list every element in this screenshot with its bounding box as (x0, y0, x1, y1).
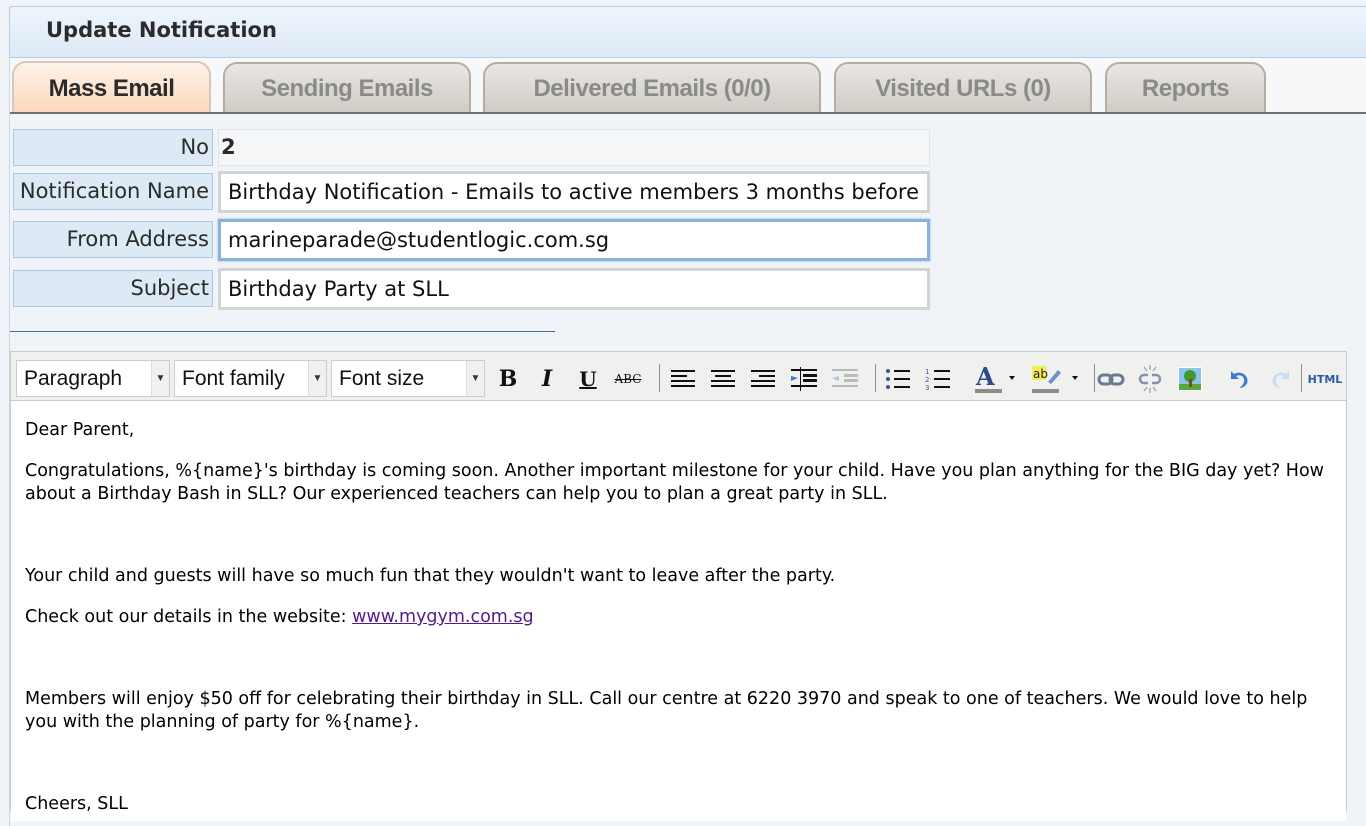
align-left-icon (671, 370, 695, 387)
text-color-icon: A (975, 364, 1015, 393)
align-right-button[interactable] (747, 364, 779, 394)
editor-toolbar: Paragraph ▼ Font family ▼ Font size ▼ B … (11, 352, 1346, 401)
tab-label: Mass Email (48, 74, 175, 102)
section-divider (10, 331, 555, 332)
toolbar-separator (1301, 364, 1302, 392)
bold-icon: B (498, 366, 518, 392)
toolbar-separator (659, 364, 660, 392)
from-address-input[interactable]: marineparade@studentlogic.com.sg (218, 219, 930, 261)
tab-label: Visited URLs (0) (875, 74, 1051, 102)
undo-icon (1231, 371, 1248, 388)
subject-input[interactable]: Birthday Party at SLL (218, 268, 930, 310)
outdent-button[interactable] (829, 364, 861, 394)
email-paragraph: Your child and guests will have so much … (25, 566, 836, 586)
undo-button[interactable] (1222, 364, 1254, 394)
indent-button[interactable] (788, 364, 820, 394)
redo-icon (1272, 371, 1289, 388)
unlink-icon (1138, 365, 1162, 393)
email-paragraph: Members will enjoy $50 off for celebrati… (25, 689, 1308, 732)
unlink-button[interactable] (1134, 364, 1166, 394)
email-greeting: Dear Parent, (25, 420, 135, 440)
image-icon (1178, 367, 1202, 391)
email-paragraph-website: Check out our details in the website: ww… (25, 606, 1332, 629)
font-family-select[interactable]: Font family ▼ (174, 360, 327, 397)
tab-label: Delivered Emails (0/0) (533, 74, 771, 102)
email-signoff: Cheers, SLL (25, 794, 128, 814)
redo-button[interactable] (1266, 364, 1298, 394)
svg-text:2: 2 (925, 376, 929, 384)
underline-button[interactable]: U (572, 364, 604, 394)
tab-delivered-emails[interactable]: Delivered Emails (0/0) (483, 62, 821, 113)
notification-name-label: Notification Name (13, 173, 213, 210)
notification-name-input[interactable]: Birthday Notification - Emails to active… (218, 171, 930, 213)
svg-text:3: 3 (925, 384, 929, 391)
format-select[interactable]: Paragraph ▼ (16, 360, 170, 397)
italic-button[interactable]: I (531, 364, 563, 394)
page-title: Update Notification (46, 18, 277, 42)
highlight-color-button[interactable]: ab (1030, 364, 1086, 394)
svg-text:A: A (975, 364, 995, 391)
outdent-icon (832, 369, 858, 387)
chevron-down-icon: ▼ (466, 361, 484, 396)
svg-text:1: 1 (925, 368, 929, 376)
link-icon (1097, 373, 1125, 386)
align-center-button[interactable] (707, 364, 739, 394)
align-right-icon (751, 370, 775, 387)
html-source-icon: HTML (1307, 372, 1343, 386)
rich-text-editor: Paragraph ▼ Font family ▼ Font size ▼ B … (10, 351, 1347, 821)
format-select-value: Paragraph (24, 367, 123, 390)
website-prefix: Check out our details in the website: (25, 607, 353, 627)
highlight-color-icon: ab (1032, 366, 1078, 393)
italic-icon: I (541, 366, 553, 392)
from-address-label: From Address (13, 221, 213, 258)
align-left-button[interactable] (667, 364, 699, 394)
align-center-icon (711, 370, 735, 387)
text-color-button[interactable]: A (973, 364, 1017, 394)
toolbar-separator (875, 364, 876, 392)
indent-icon (791, 367, 817, 391)
no-label: No (13, 129, 213, 166)
website-link[interactable]: www.mygym.com.sg (352, 607, 534, 627)
tab-sending-emails[interactable]: Sending Emails (223, 62, 471, 113)
font-family-select-value: Font family (182, 367, 285, 390)
email-paragraph: Congratulations, %{name}'s birthday is c… (25, 461, 1324, 504)
insert-image-button[interactable] (1174, 364, 1206, 394)
font-size-select[interactable]: Font size ▼ (331, 360, 485, 397)
tab-mass-email[interactable]: Mass Email (12, 61, 211, 114)
html-source-button[interactable]: HTML (1307, 364, 1343, 394)
editor-content[interactable]: Dear Parent, Congratulations, %{name}'s … (11, 401, 1346, 821)
underline-icon: U (579, 367, 597, 391)
subject-label: Subject (13, 270, 213, 307)
insert-link-button[interactable] (1095, 364, 1127, 394)
numbered-list-icon: 123 (925, 368, 950, 391)
bullet-list-button[interactable] (882, 364, 914, 394)
strikethrough-button[interactable]: ABC (612, 364, 644, 394)
chevron-down-icon: ▼ (308, 361, 326, 396)
bold-button[interactable]: B (492, 364, 524, 394)
tab-visited-urls[interactable]: Visited URLs (0) (834, 62, 1092, 113)
no-value: 2 (218, 129, 930, 166)
tab-reports[interactable]: Reports (1105, 62, 1266, 113)
tab-underline (10, 112, 1366, 114)
bullet-list-icon (886, 369, 910, 389)
tab-label: Reports (1141, 74, 1230, 102)
header-bar: Update Notification (9, 6, 1366, 58)
svg-text:ab: ab (1033, 367, 1048, 381)
numbered-list-button[interactable]: 123 (922, 364, 954, 394)
font-size-select-value: Font size (339, 367, 425, 390)
chevron-down-icon: ▼ (151, 361, 169, 396)
tab-label: Sending Emails (261, 74, 433, 102)
strikethrough-icon: ABC (614, 372, 642, 386)
